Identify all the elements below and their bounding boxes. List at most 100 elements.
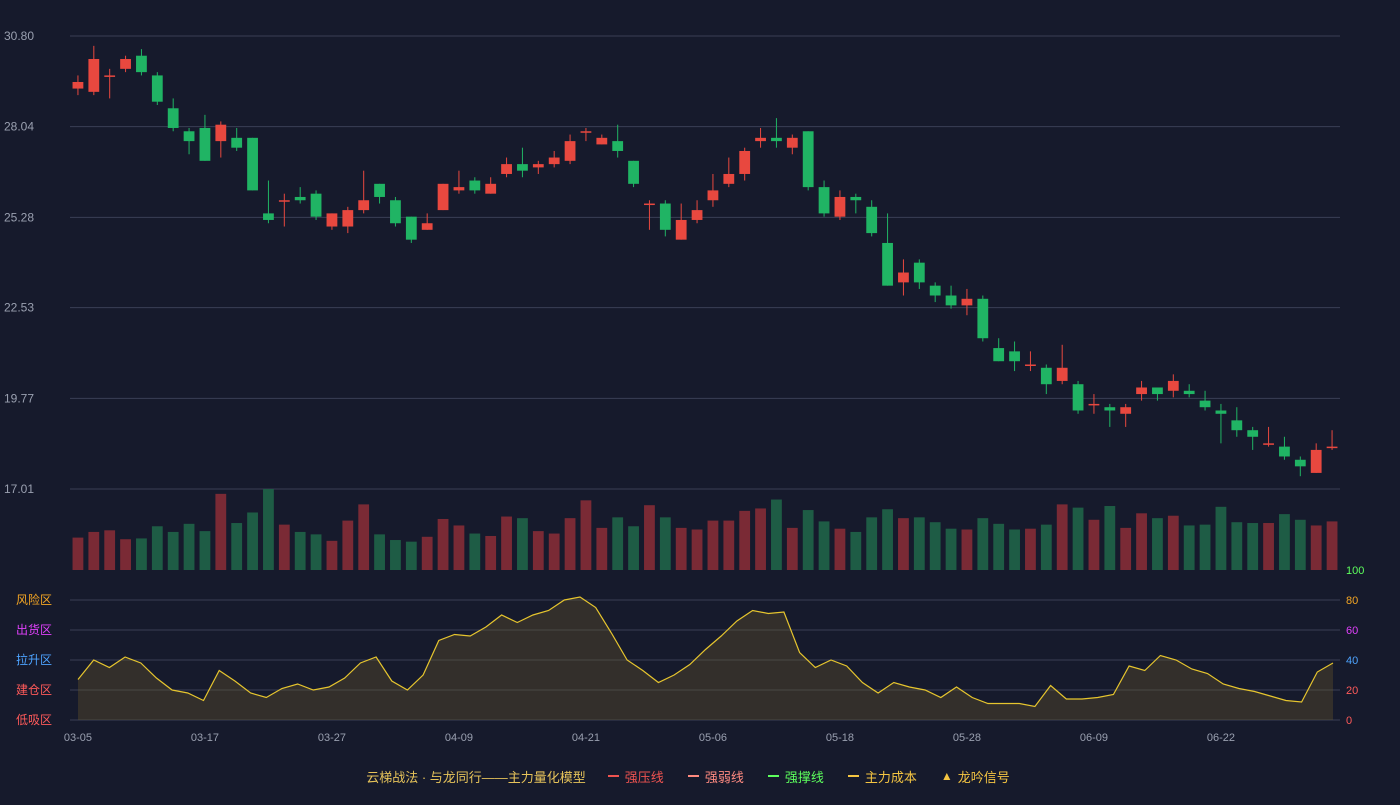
legend-item-signal[interactable]: ▲ 龙吟信号 xyxy=(941,767,1010,786)
legend-item-strength[interactable]: 强弱线 xyxy=(687,767,744,786)
volume-bar xyxy=(739,510,751,570)
volume-bar xyxy=(898,518,909,570)
price-tick-label: 19.77 xyxy=(4,391,34,405)
volume-bar xyxy=(405,541,417,570)
zone-label: 出货区 xyxy=(16,622,52,637)
volume-bar xyxy=(294,531,306,570)
legend-label: 强撑线 xyxy=(784,769,824,785)
oscillator-tick-label: 40 xyxy=(1346,655,1358,667)
legend-item-support[interactable]: 强撑线 xyxy=(767,767,824,786)
candle-body xyxy=(342,210,354,227)
legend-item-resistance[interactable]: 强压线 xyxy=(607,767,664,786)
candle-body xyxy=(104,75,116,77)
candle-body xyxy=(1294,459,1306,467)
candle-body xyxy=(374,183,385,197)
volume-bar xyxy=(961,529,973,570)
volume-bar xyxy=(1120,527,1132,570)
date-tick-label: 05-28 xyxy=(953,732,981,744)
volume-bar xyxy=(707,520,719,570)
candle-body xyxy=(850,196,862,201)
volume-bar xyxy=(199,531,211,570)
candle-body xyxy=(929,285,941,296)
candle-body xyxy=(421,223,433,230)
volume-bar xyxy=(247,512,258,570)
volume-bar xyxy=(675,527,687,570)
candle-body xyxy=(278,200,290,202)
candle-body xyxy=(659,203,671,230)
candle-body xyxy=(151,75,163,102)
candle-body xyxy=(564,141,576,161)
candle-body xyxy=(390,200,401,224)
zone-label: 低吸区 xyxy=(16,713,52,727)
candle-body xyxy=(993,348,1005,362)
volume-bar xyxy=(1263,523,1274,570)
support-line-icon xyxy=(767,775,779,777)
candle-body xyxy=(453,187,465,191)
volume-bar xyxy=(358,504,370,570)
candle-body xyxy=(945,295,957,306)
candle-body xyxy=(818,187,830,214)
volume-bar xyxy=(501,516,512,570)
volume-bar xyxy=(183,523,195,570)
candle-body xyxy=(294,196,306,201)
candle-body xyxy=(1326,446,1338,449)
volume-bar xyxy=(136,538,147,570)
candle-body xyxy=(1009,351,1020,362)
volume-bar xyxy=(628,526,639,570)
candle-body xyxy=(802,131,814,188)
volume-bar xyxy=(929,522,941,570)
volume-bar xyxy=(1136,513,1147,570)
candle-body xyxy=(1025,364,1036,366)
volume-bar xyxy=(548,533,560,570)
strength-line-icon xyxy=(687,775,699,777)
candlestick-chart: 30.80 28.04 25.28 22.53 19.77 17.01 100 80 60 40 2… xyxy=(0,0,1400,800)
date-tick-label: 05-18 xyxy=(826,732,854,744)
candle-body xyxy=(1072,384,1084,411)
volume-bar xyxy=(723,520,735,570)
volume-bar xyxy=(517,518,528,570)
candle-body xyxy=(469,180,481,191)
candle-body xyxy=(1247,430,1259,437)
volume-bar xyxy=(151,526,163,570)
candle-body xyxy=(1279,446,1290,457)
candle-body xyxy=(723,173,735,184)
candle-body xyxy=(501,164,512,174)
volume-bar xyxy=(882,509,893,570)
zone-label: 建仓区 xyxy=(16,683,52,697)
volume-bar xyxy=(818,521,830,570)
volume-bar xyxy=(564,518,576,570)
candle-body xyxy=(707,190,719,201)
price-tick-label: 25.28 xyxy=(4,210,34,224)
volume-bar xyxy=(977,518,989,570)
candle-body xyxy=(1120,407,1132,414)
volume-bar xyxy=(390,540,401,570)
volume-bar xyxy=(1056,504,1068,570)
volume-bar xyxy=(1294,519,1306,570)
volume-bar xyxy=(691,529,703,570)
volume-bar xyxy=(453,525,465,570)
candle-body xyxy=(183,131,195,142)
volume-bar xyxy=(1231,522,1243,570)
chart-legend: 云梯战法 · 与龙同行——主力量化模型 强压线 强弱线 强撑线 主力成本 ▲ 龙… xyxy=(0,764,1400,788)
candle-body xyxy=(1263,443,1274,445)
volume-bar xyxy=(231,523,243,570)
date-tick-label: 05-06 xyxy=(699,732,727,744)
candle-body xyxy=(1199,400,1211,408)
legend-item-cost[interactable]: 主力成本 xyxy=(847,767,917,786)
oscillator-tick-label: 0 xyxy=(1346,715,1352,727)
volume-bar xyxy=(104,530,116,570)
date-tick-label: 03-17 xyxy=(191,732,219,744)
candle-body xyxy=(88,58,100,92)
candle-body xyxy=(1215,410,1227,414)
volume-bar xyxy=(1215,506,1227,570)
volume-bar xyxy=(485,535,497,570)
candle-body xyxy=(1104,407,1116,411)
volume-bar xyxy=(1104,506,1116,570)
legend-label: 龙吟信号 xyxy=(957,769,1010,785)
volume-bar xyxy=(374,534,385,570)
candle-body xyxy=(326,213,338,227)
oscillator-tick-label: 100 xyxy=(1346,565,1364,577)
zone-label: 拉升区 xyxy=(16,652,52,667)
candle-body xyxy=(596,137,608,145)
legend-label: 强压线 xyxy=(624,769,664,785)
